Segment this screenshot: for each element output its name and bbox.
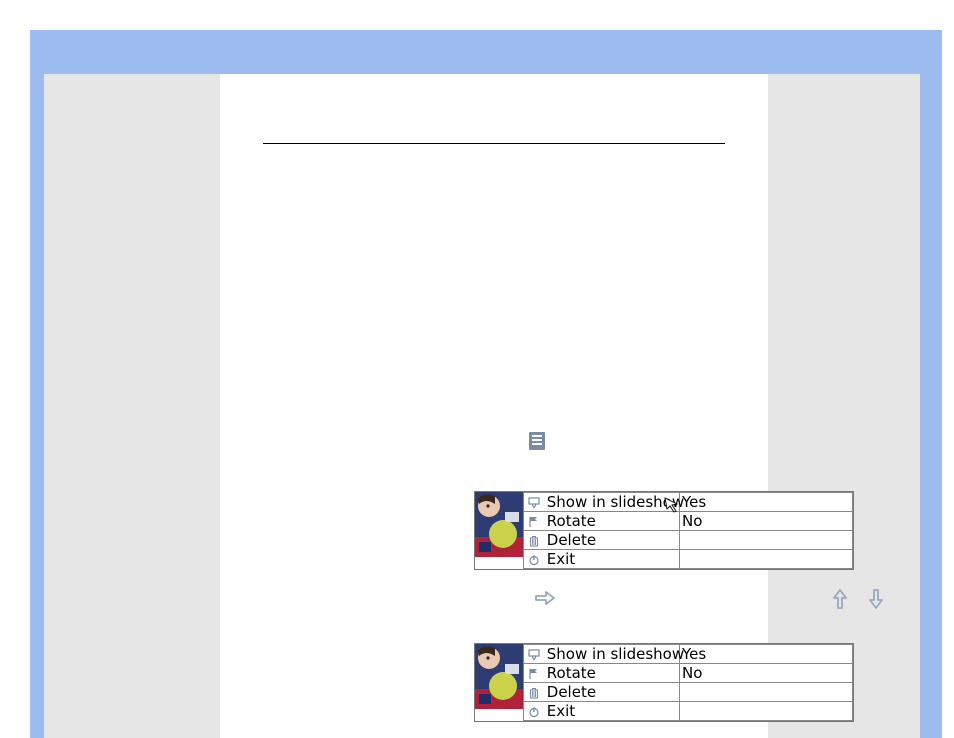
menu-item-value: No — [682, 512, 702, 530]
menu-row-show-in-slideshow[interactable]: Show in slideshow Yes — [524, 645, 853, 664]
menu-row-exit[interactable]: Exit — [524, 550, 853, 569]
nav-arrows — [474, 588, 894, 612]
menu-row-delete[interactable]: Delete — [524, 683, 853, 702]
menu-item-value: No — [682, 664, 702, 682]
trash-icon — [526, 684, 542, 701]
menu-item-label: Rotate — [547, 664, 596, 682]
photo-thumbnail — [475, 644, 523, 709]
menu-item-label: Show in slideshow — [547, 493, 684, 511]
viewport: Show in slideshow Yes Rotate No — [0, 0, 954, 738]
menu-row-rotate[interactable]: Rotate No — [524, 512, 853, 531]
menu-item-value: Yes — [682, 645, 706, 663]
arrow-right-icon[interactable] — [534, 588, 556, 612]
menu-row-delete[interactable]: Delete — [524, 531, 853, 550]
menu-item-label: Exit — [547, 702, 575, 720]
menu-row-show-in-slideshow[interactable]: Show in slideshow Yes — [524, 493, 853, 512]
menu-item-label: Exit — [547, 550, 575, 568]
power-icon — [526, 703, 542, 720]
projector-icon — [526, 494, 542, 511]
photo-thumbnail — [475, 492, 523, 557]
options-table: Show in slideshow Yes Rotate No — [523, 492, 853, 569]
photo-menu-2: Show in slideshow Yes Rotate No — [474, 643, 854, 722]
arrow-up-icon[interactable] — [830, 588, 850, 614]
power-icon — [526, 551, 542, 568]
projector-icon — [526, 646, 542, 663]
horizontal-rule — [263, 143, 725, 144]
menu-item-value: Yes — [682, 493, 706, 511]
menu-item-label: Delete — [547, 531, 596, 549]
flag-icon — [526, 665, 542, 682]
copy-icon — [529, 432, 545, 450]
trash-icon — [526, 532, 542, 549]
menu-item-label: Rotate — [547, 512, 596, 530]
menu-item-label: Show in slideshow — [547, 645, 684, 663]
flag-icon — [526, 513, 542, 530]
document-page: Show in slideshow Yes Rotate No — [220, 74, 768, 738]
arrow-down-icon[interactable] — [866, 588, 886, 614]
menu-row-rotate[interactable]: Rotate No — [524, 664, 853, 683]
menu-row-exit[interactable]: Exit — [524, 702, 853, 721]
options-table: Show in slideshow Yes Rotate No — [523, 644, 853, 721]
photo-menu-1: Show in slideshow Yes Rotate No — [474, 491, 854, 570]
menu-item-label: Delete — [547, 683, 596, 701]
